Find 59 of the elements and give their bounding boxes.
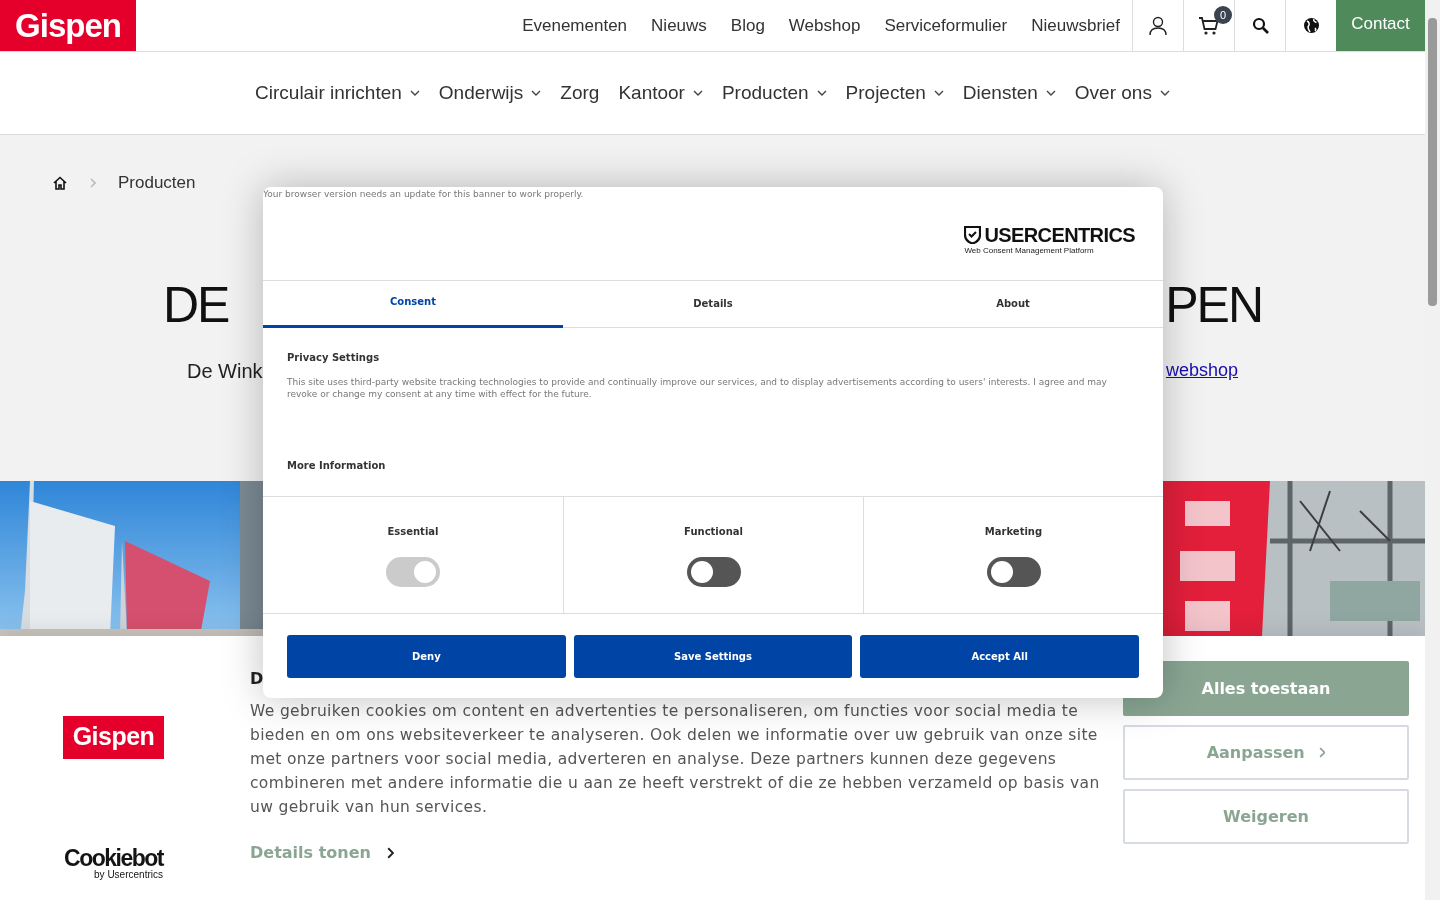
- more-information-heading: More Information: [287, 460, 387, 471]
- chevron-right-icon: [386, 846, 395, 859]
- main-nav-item[interactable]: Projecten: [845, 82, 944, 104]
- search-icon: [1251, 17, 1269, 34]
- chevron-down-icon: [409, 89, 420, 97]
- intro-text: De Wink: [187, 360, 263, 383]
- main-nav-item[interactable]: Circulair inrichten: [255, 82, 420, 104]
- top-nav-link[interactable]: Evenementen: [522, 15, 628, 36]
- chevron-down-icon: [933, 89, 944, 97]
- user-icon: [1148, 15, 1168, 36]
- chevron-down-icon: [1159, 89, 1170, 97]
- top-nav-link[interactable]: Serviceformulier: [884, 15, 1008, 36]
- chevron-right-icon: [1318, 747, 1326, 758]
- top-nav-link[interactable]: Blog: [730, 15, 765, 36]
- breadcrumb-item: Producten: [118, 173, 196, 193]
- gispen-logo[interactable]: Gispen: [0, 0, 136, 51]
- modal-tab[interactable]: Details: [563, 281, 863, 328]
- chevron-down-icon: [816, 89, 827, 97]
- webshop-link[interactable]: webshop: [1165, 360, 1238, 383]
- scrollbar-thumb[interactable]: [1428, 18, 1437, 306]
- globe-icon: [1302, 17, 1320, 34]
- toggle-switch[interactable]: [686, 557, 741, 587]
- main-nav-item[interactable]: Zorg: [560, 82, 600, 104]
- chevron-down-icon: [531, 89, 542, 97]
- top-nav-link[interactable]: Nieuws: [651, 15, 707, 36]
- consent-button[interactable]: Accept All: [860, 635, 1139, 678]
- section-heading: Privacy Settings: [287, 352, 381, 363]
- main-nav-item[interactable]: Over ons: [1074, 82, 1170, 104]
- modal-tab[interactable]: Consent: [263, 281, 563, 328]
- top-nav-link[interactable]: Webshop: [788, 15, 861, 36]
- main-nav-item[interactable]: Producten: [721, 82, 827, 104]
- gispen-logo: Gispen: [62, 716, 165, 759]
- main-nav-item[interactable]: Onderwijs: [438, 82, 542, 104]
- banner-heading: D: [250, 669, 265, 690]
- chevron-down-icon: [692, 89, 703, 97]
- browser-update-notice: Your browser version needs an update for this banner to work properly.: [263, 188, 585, 201]
- page-title: DE: [163, 276, 229, 335]
- home-icon[interactable]: [52, 175, 68, 191]
- contact-button[interactable]: Contact: [1336, 0, 1425, 51]
- cookie-description: We gebruiken cookies om content en advertenties te personaliseren, om functies voor social media te bieden en om ons websiteverkeer te analyseren. Ook delen we informatie over uw gebruik van onze site met onze partners voor social media, adverteren en analyse. Deze partners kunnen deze gegevens combineren met andere informatie die u aan ze heeft verstrekt of die ze hebben verzameld op basis van uw gebruik van hun services.: [250, 701, 1100, 818]
- consent-button[interactable]: Deny: [287, 635, 566, 678]
- category-label: Marketing: [984, 526, 1043, 537]
- main-nav-item[interactable]: Kantoor: [618, 82, 703, 104]
- chevron-right-icon: [90, 178, 96, 188]
- modal-tab[interactable]: About: [863, 281, 1163, 328]
- toggle-switch[interactable]: [986, 557, 1041, 587]
- category-label: Functional: [684, 526, 743, 537]
- cart-count-badge: 0: [1214, 6, 1232, 24]
- consent-button[interactable]: Save Settings: [573, 635, 853, 678]
- top-nav-link[interactable]: Nieuwsbrief: [1031, 15, 1120, 36]
- usercentrics-logo: USERCENTRICS Web Consent Management Platform: [964, 225, 1135, 257]
- cart-icon: [1198, 15, 1220, 36]
- category-label: Essential: [387, 526, 439, 537]
- main-nav-item[interactable]: Diensten: [962, 82, 1056, 104]
- cart-button[interactable]: 0: [1183, 0, 1234, 51]
- cookiebot-logo: Cookiebot by Usercentrics: [64, 847, 163, 880]
- page-title: PEN: [1165, 276, 1262, 335]
- privacy-description: This site uses third-party website tracking technologies to provide and continually improve our services, and to display advertisements according to users' interests. I agree and may revoke or change my consent at any time with effect for the future.: [287, 376, 1108, 400]
- chevron-down-icon: [1045, 89, 1056, 97]
